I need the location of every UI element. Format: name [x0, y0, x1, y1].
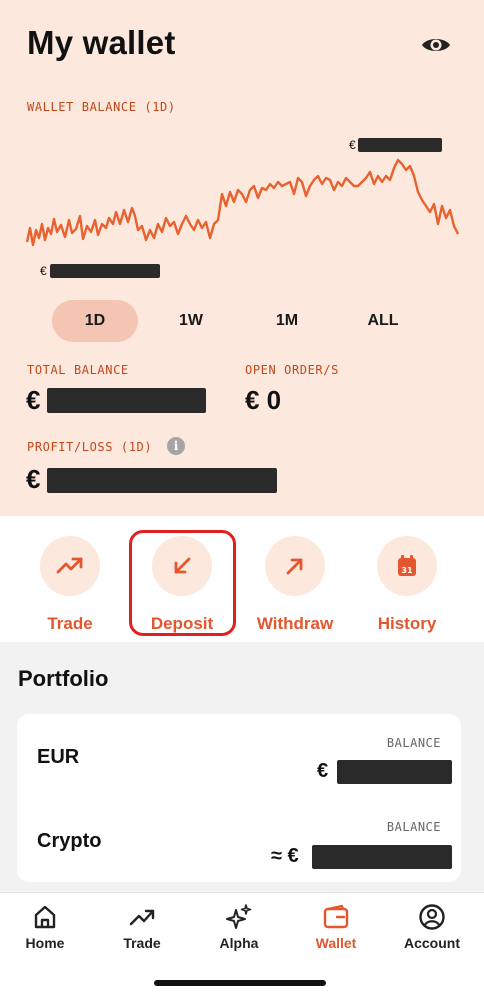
- portfolio-row-eur-currency: €: [317, 760, 329, 782]
- total-balance-label: TOTAL BALANCE: [27, 363, 129, 377]
- chart-high-currency: €: [349, 138, 356, 152]
- range-1d-button[interactable]: 1D: [52, 300, 138, 342]
- total-balance-currency: €: [26, 385, 41, 415]
- calendar-icon: 31: [398, 555, 416, 576]
- tab-wallet[interactable]: Wallet: [291, 903, 381, 951]
- profit-loss-redacted: [47, 468, 277, 493]
- chart-low-currency: €: [40, 264, 47, 278]
- trade-action[interactable]: Trade: [15, 536, 125, 634]
- withdraw-action-circle[interactable]: [265, 536, 325, 596]
- sparkles-icon: [226, 904, 252, 929]
- history-action[interactable]: 31 History: [352, 536, 462, 634]
- portfolio-card: EUR BALANCE € Crypto BALANCE ≈ €: [17, 714, 461, 882]
- portfolio-row-eur-name: EUR: [37, 746, 80, 768]
- trade-action-label: Trade: [47, 614, 93, 633]
- open-orders-value: € 0: [245, 385, 282, 415]
- range-all-button[interactable]: ALL: [340, 300, 426, 342]
- tab-wallet-label: Wallet: [315, 935, 357, 951]
- home-indicator[interactable]: [154, 980, 326, 986]
- profit-loss-currency: €: [26, 464, 41, 494]
- withdraw-action[interactable]: Withdraw: [240, 536, 350, 634]
- arrow-up-right-icon: [286, 558, 303, 575]
- tab-trade-label: Trade: [123, 935, 161, 951]
- range-1w-button[interactable]: 1W: [148, 300, 234, 342]
- tab-account-label: Account: [404, 935, 460, 951]
- tab-home-label: Home: [25, 935, 65, 951]
- history-action-label: History: [377, 614, 437, 633]
- tab-home[interactable]: Home: [0, 903, 90, 951]
- withdraw-action-label: Withdraw: [256, 614, 334, 633]
- calendar-icon-day: 31: [401, 566, 413, 575]
- total-balance-redacted: [47, 388, 206, 413]
- home-icon: [34, 905, 56, 929]
- trend-up-icon: [129, 909, 155, 926]
- portfolio-section: Portfolio EUR BALANCE € Crypto BALANCE ≈…: [0, 642, 484, 892]
- history-action-circle[interactable]: 31: [377, 536, 437, 596]
- wallet-balance-label: WALLET BALANCE (1D): [27, 100, 176, 114]
- tab-account[interactable]: Account: [387, 903, 477, 951]
- portfolio-row-eur-balance-redacted: [337, 760, 452, 784]
- tab-trade[interactable]: Trade: [97, 903, 187, 951]
- deposit-highlight-box: [129, 530, 236, 636]
- tab-alpha-label: Alpha: [219, 935, 259, 951]
- chart-high-value-redacted: [358, 138, 442, 152]
- trend-up-icon: [56, 557, 83, 574]
- open-orders-label: OPEN ORDER/S: [245, 363, 339, 377]
- portfolio-title: Portfolio: [18, 666, 109, 691]
- range-1m-button[interactable]: 1M: [244, 300, 330, 342]
- quick-actions: Trade Deposit Withdraw 31 History: [0, 516, 484, 642]
- account-icon: [419, 904, 445, 930]
- profit-loss-label: PROFIT/LOSS (1D): [27, 440, 153, 454]
- portfolio-row-crypto-balance-label: BALANCE: [386, 820, 441, 834]
- trade-action-circle[interactable]: [40, 536, 100, 596]
- wallet-icon: [323, 904, 349, 929]
- time-range-selector: 1D 1W 1M ALL: [52, 300, 432, 342]
- portfolio-row-crypto-name: Crypto: [37, 830, 102, 852]
- tab-alpha[interactable]: Alpha: [194, 903, 284, 951]
- page-title: My wallet: [27, 24, 176, 61]
- portfolio-row-eur-balance-label: BALANCE: [386, 736, 441, 750]
- portfolio-row-crypto-currency: ≈ €: [271, 845, 299, 867]
- wallet-summary-panel: My wallet WALLET BALANCE (1D) € € 1D 1W …: [0, 0, 484, 516]
- portfolio-row-crypto-balance-redacted: [312, 845, 452, 869]
- chart-low-value-redacted: [50, 264, 160, 278]
- info-icon[interactable]: i: [167, 437, 185, 455]
- eye-icon[interactable]: [420, 33, 452, 57]
